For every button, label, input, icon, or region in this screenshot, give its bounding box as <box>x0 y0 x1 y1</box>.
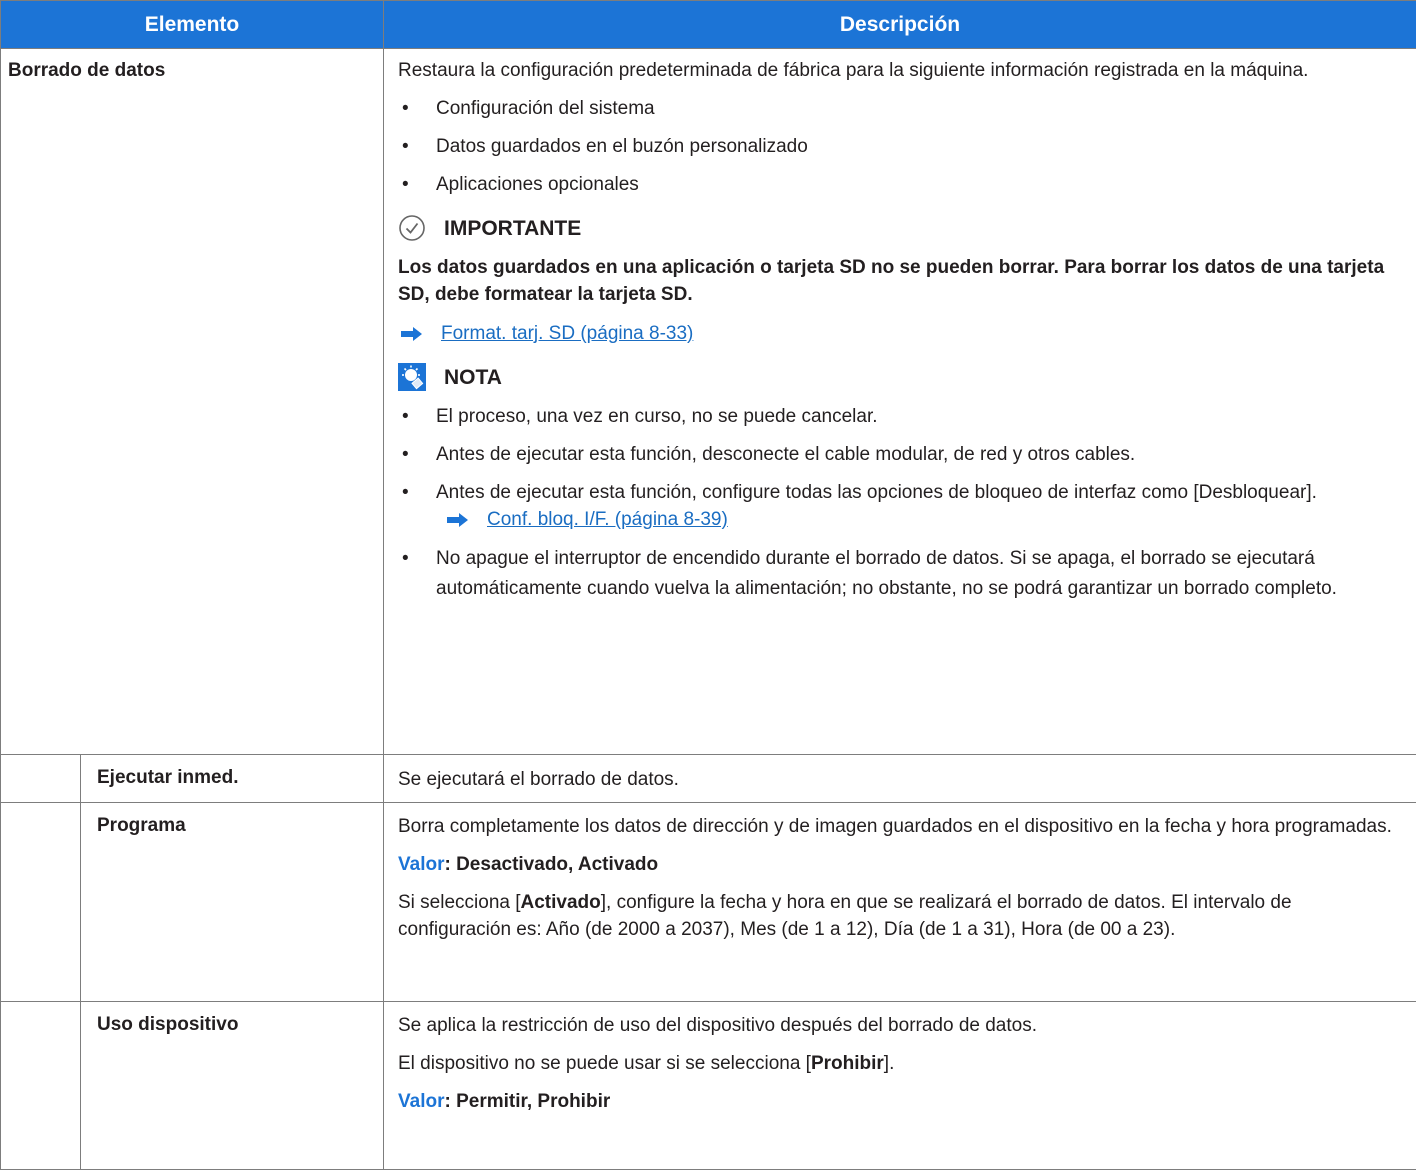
desc-ejecutar-inmed: Se ejecutará el borrado de datos. <box>384 755 1416 803</box>
desc-borrado-de-datos: Restaura la configuración predeterminada… <box>384 49 1416 755</box>
list-item: Antes de ejecutar esta función, desconec… <box>398 441 1400 468</box>
desc-programa: Borra completamente los datos de direcci… <box>384 803 1416 1002</box>
borrado-intro: Restaura la configuración predeterminada… <box>398 57 1400 84</box>
sel-post: ]. <box>884 1053 895 1074</box>
value-text: : Permitir, Prohibir <box>444 1091 610 1112</box>
item-borrado-de-datos: Borrado de datos <box>1 49 384 755</box>
table-row-uso: Uso dispositivo Se aplica la restricción… <box>1 1002 1416 1170</box>
table-row-borrado: Borrado de datos Restaura la configuraci… <box>1 49 1416 755</box>
item-uso-dispositivo: Uso dispositivo <box>81 1002 384 1170</box>
link-row-format-sd: Format. tarj. SD (página 8-33) <box>398 320 1400 347</box>
arrow-right-icon <box>447 513 468 527</box>
indent-cell <box>1 755 81 803</box>
desc-uso-dispositivo: Se aplica la restricción de uso del disp… <box>384 1002 1416 1170</box>
uso-value: Valor: Permitir, Prohibir <box>398 1088 1400 1115</box>
important-text: Los datos guardados en una aplicación o … <box>398 254 1400 308</box>
item-ejecutar-inmed: Ejecutar inmed. <box>81 755 384 803</box>
header-elemento: Elemento <box>1 1 384 49</box>
list-item: El proceso, una vez en curso, no se pued… <box>398 403 1400 430</box>
arrow-right-icon <box>401 327 422 341</box>
sel-pre: Si selecciona [ <box>398 892 521 913</box>
list-item: No apague el interruptor de encendido du… <box>398 544 1400 604</box>
sel-bold: Activado <box>521 892 601 913</box>
programa-desc: Borra completamente los datos de direcci… <box>398 813 1400 840</box>
link-format-sd[interactable]: Format. tarj. SD (página 8-33) <box>441 320 693 347</box>
header-descripcion: Descripción <box>384 1 1416 49</box>
value-text: : Desactivado, Activado <box>444 854 658 875</box>
table-header-row: Elemento Descripción <box>1 1 1416 49</box>
table-row-ejecutar: Ejecutar inmed. Se ejecutará el borrado … <box>1 755 1416 803</box>
link-conf-bloq[interactable]: Conf. bloq. I/F. (página 8-39) <box>487 506 728 533</box>
list-item: Aplicaciones opcionales <box>398 171 1400 198</box>
indent-cell <box>1 803 81 1002</box>
item-programa: Programa <box>81 803 384 1002</box>
sel-pre: El dispositivo no se puede usar si se se… <box>398 1053 811 1074</box>
indent-cell <box>1 1002 81 1170</box>
lightbulb-icon <box>398 363 426 391</box>
sel-bold: Prohibir <box>811 1053 884 1074</box>
programa-selection-text: Si selecciona [Activado], configure la f… <box>398 889 1400 943</box>
list-item: Datos guardados en el buzón personalizad… <box>398 133 1400 160</box>
note-bullet-3-text: Antes de ejecutar esta función, configur… <box>436 482 1317 503</box>
list-item: Configuración del sistema <box>398 95 1400 122</box>
uso-selection-text: El dispositivo no se puede usar si se se… <box>398 1050 1400 1077</box>
settings-table: Elemento Descripción Borrado de datos Re… <box>0 0 1416 1170</box>
note-heading: NOTA <box>398 363 1400 391</box>
list-item: Antes de ejecutar esta función, configur… <box>398 479 1400 533</box>
check-circle-icon <box>398 214 426 242</box>
link-row-conf-bloq: Conf. bloq. I/F. (página 8-39) <box>444 506 1400 533</box>
programa-value: Valor: Desactivado, Activado <box>398 851 1400 878</box>
important-title: IMPORTANTE <box>444 215 581 242</box>
table-row-programa: Programa Borra completamente los datos d… <box>1 803 1416 1002</box>
important-heading: IMPORTANTE <box>398 214 1400 242</box>
uso-desc: Se aplica la restricción de uso del disp… <box>398 1012 1400 1039</box>
value-label: Valor <box>398 1091 444 1112</box>
value-label: Valor <box>398 854 444 875</box>
note-title: NOTA <box>444 364 502 391</box>
